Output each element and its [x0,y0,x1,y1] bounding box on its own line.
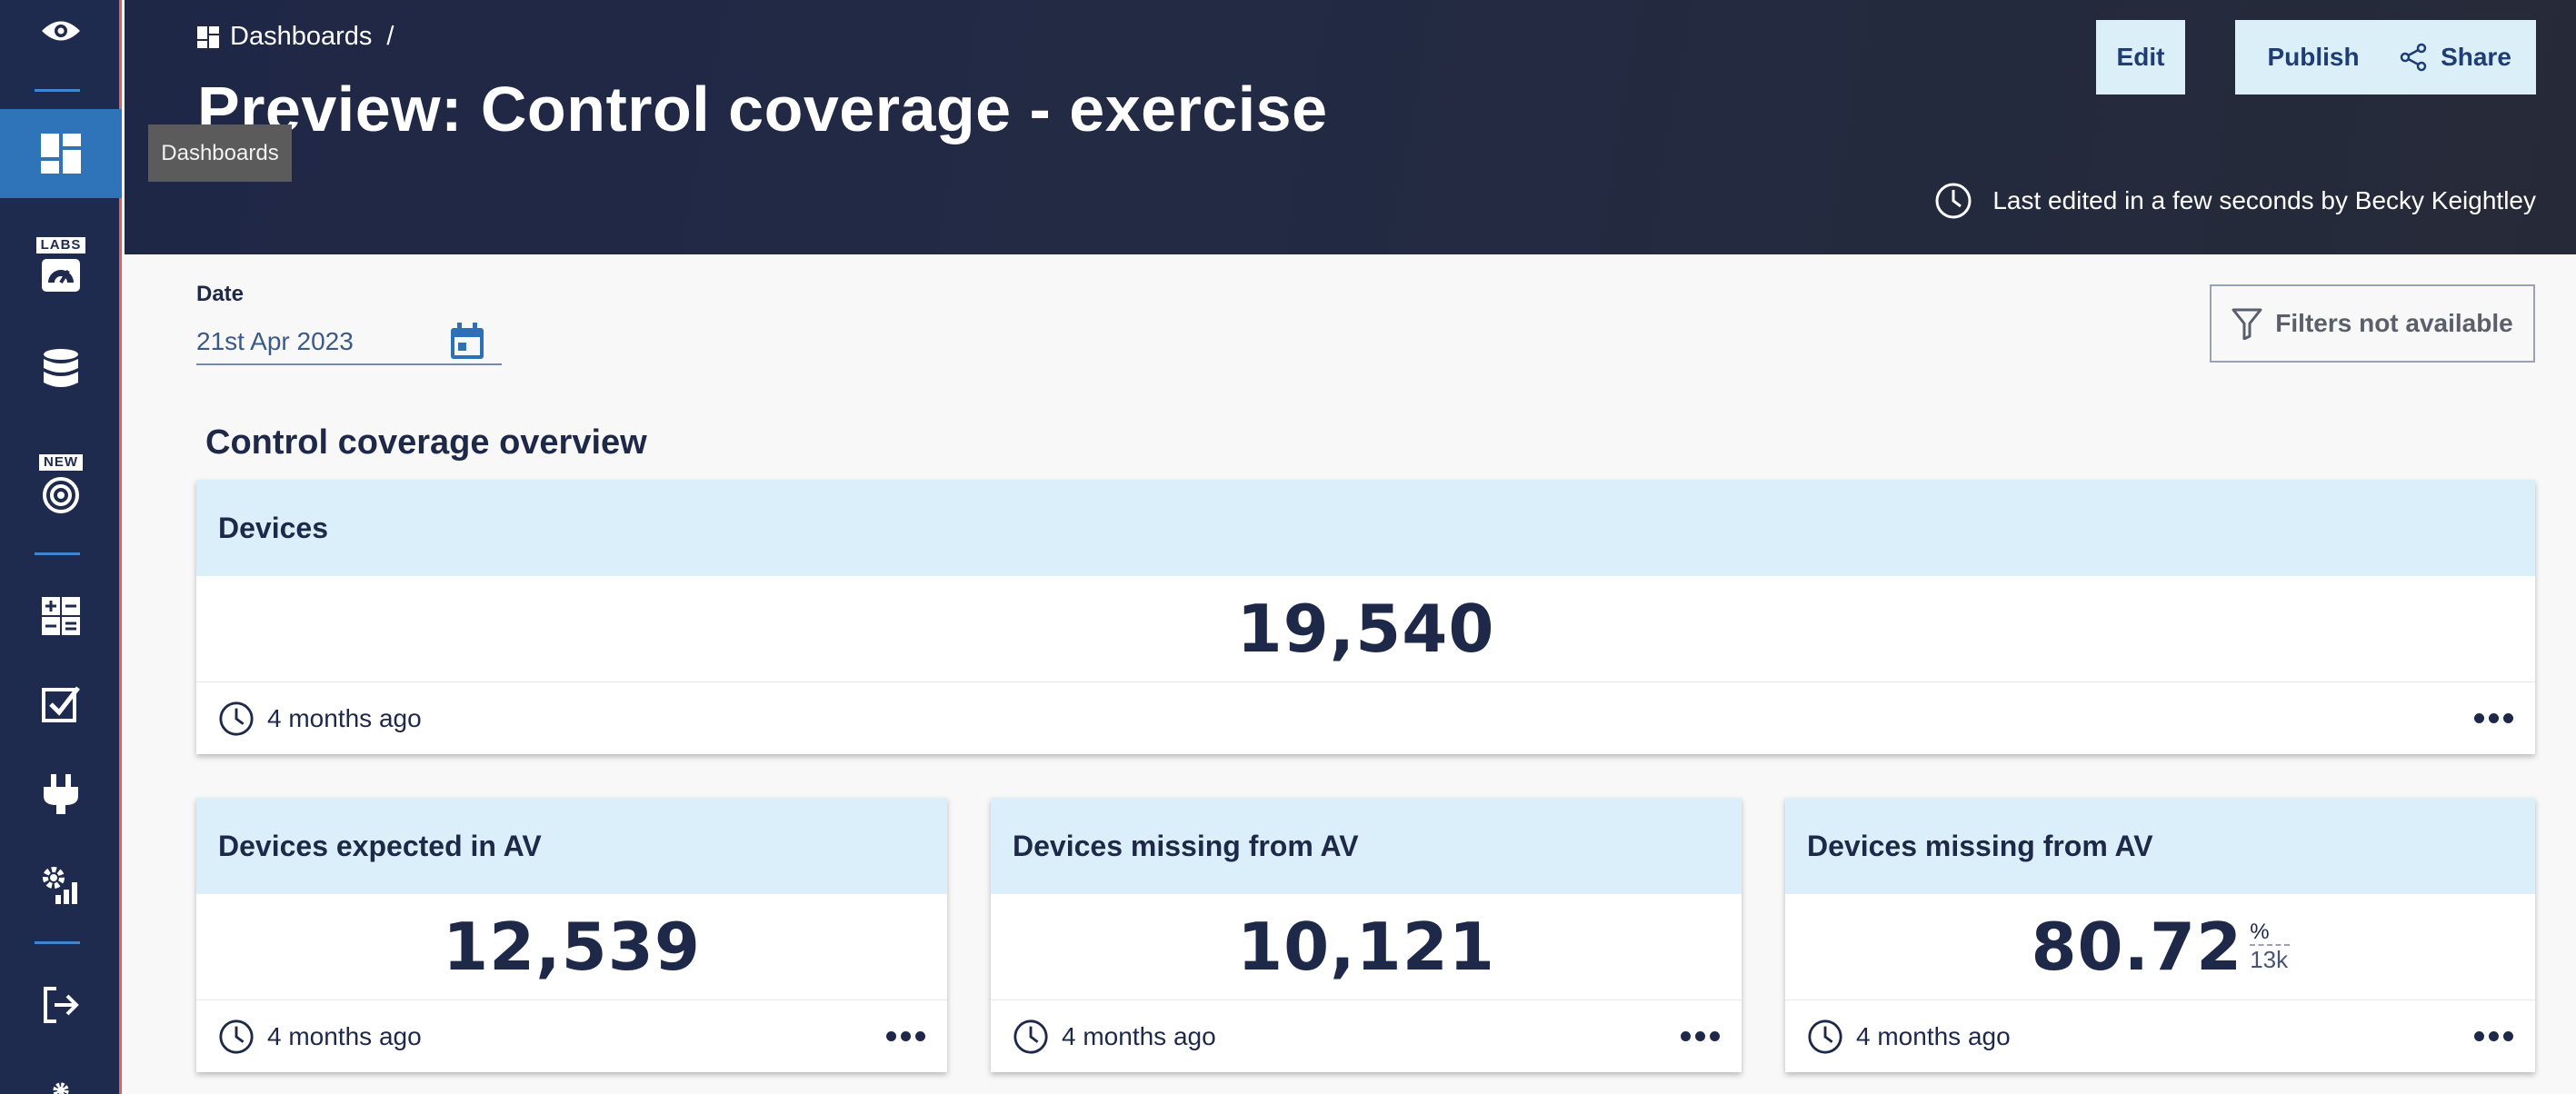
page-header: Dashboards / Preview: Control coverage -… [125,0,2576,254]
card-value: 10,121 [1237,909,1495,985]
sidebar-item-tasks[interactable] [0,669,122,738]
page-title: Preview: Control coverage - exercise [197,74,1328,144]
sidebar-item-settings[interactable] [0,1063,122,1094]
new-badge: NEW [39,454,83,471]
sidebar-item-labs[interactable]: LABS [0,225,122,303]
card-footer: 4 months ago [196,681,2535,754]
card-updated: 4 months ago [267,703,422,732]
card-value-fraction: % 13k [2250,920,2290,973]
date-value: 21st Apr 2023 [196,327,354,355]
card-footer: 4 months ago [1785,1000,2535,1072]
sidebar-item-logout[interactable] [0,970,122,1039]
card-title: Devices missing from AV [1785,798,2535,894]
more-icon[interactable] [1681,1031,1720,1041]
breadcrumb-separator: / [386,22,394,51]
clock-icon [1013,1019,1048,1054]
edit-button[interactable]: Edit [2096,20,2185,94]
card-footer: 4 months ago [196,1000,947,1072]
dashboard-icon [197,25,219,48]
sidebar-separator [35,941,80,944]
date-picker[interactable]: 21st Apr 2023 [196,320,502,365]
metric-card: Devices 19,540 4 months ago [196,480,2535,754]
sidebar-item-new[interactable]: NEW [0,443,122,525]
calculator-icon [42,597,80,635]
sidebar-tooltip: Dashboards [148,124,292,182]
card-footer: 4 months ago [991,1000,1742,1072]
sidebar-item-data[interactable] [0,334,122,403]
metric-card: Devices missing from AV 80.72 % 13k 4 mo… [1785,798,2535,1072]
more-icon[interactable] [2474,1031,2513,1041]
clock-icon [1935,183,1972,219]
database-icon [44,349,78,387]
sidebar: LABS NEW [0,0,122,1094]
calendar-icon[interactable] [449,323,485,361]
card-title: Devices expected in AV [196,798,947,894]
sidebar-item-integrations[interactable] [0,760,122,829]
card-title: Devices missing from AV [991,798,1742,894]
share-button[interactable]: Share [2374,20,2536,94]
date-label: Date [196,282,245,306]
checkbox-icon [42,686,80,722]
target-icon [43,477,79,513]
card-value: 19,540 [1236,591,1495,667]
plug-icon [44,774,78,814]
settings-chart-icon [43,867,77,904]
breadcrumb: Dashboards / [197,22,394,52]
sidebar-separator [35,552,80,555]
card-value: 12,539 [443,909,701,985]
sidebar-item-preview[interactable] [0,0,122,62]
sidebar-separator [35,89,80,92]
section-title: Control coverage overview [205,423,647,462]
metric-card: Devices missing from AV 10,121 4 months … [991,798,1742,1072]
filter-icon [2232,308,2262,340]
last-edited-text: Last edited in a few seconds by Becky Ke… [1992,186,2536,214]
publish-button[interactable]: Publish [2235,20,2391,94]
card-updated: 4 months ago [1856,1021,2011,1050]
card-updated: 4 months ago [267,1021,422,1050]
sidebar-item-admin[interactable] [0,850,122,920]
card-denominator: 13k [2250,946,2289,973]
share-button-label: Share [2441,43,2511,71]
dashboard-icon [41,134,81,174]
card-title: Devices [196,480,2535,576]
logout-icon [44,987,79,1023]
more-icon[interactable] [2474,713,2513,723]
sidebar-item-dashboards[interactable] [0,109,122,198]
filters-button[interactable]: Filters not available [2210,284,2535,363]
card-value: 80.72 [2031,909,2243,985]
card-value-group: 80.72 % 13k [1785,894,2535,1000]
last-edited: Last edited in a few seconds by Becky Ke… [1934,182,2536,220]
labs-badge: LABS [35,237,86,254]
card-unit: % [2250,920,2290,946]
metric-card: Devices expected in AV 12,539 4 months a… [196,798,947,1072]
clock-icon [219,701,254,736]
card-updated: 4 months ago [1062,1021,1216,1050]
share-icon [2400,43,2427,72]
filters-button-label: Filters not available [2275,309,2513,337]
eye-icon [42,21,80,41]
gauge-icon [42,259,80,292]
clock-icon [219,1019,254,1054]
breadcrumb-link-dashboards[interactable]: Dashboards [230,22,372,52]
clock-icon [1808,1019,1842,1054]
sidebar-item-calculations[interactable] [0,582,122,651]
more-icon[interactable] [886,1031,925,1041]
gear-icon [53,1082,69,1094]
